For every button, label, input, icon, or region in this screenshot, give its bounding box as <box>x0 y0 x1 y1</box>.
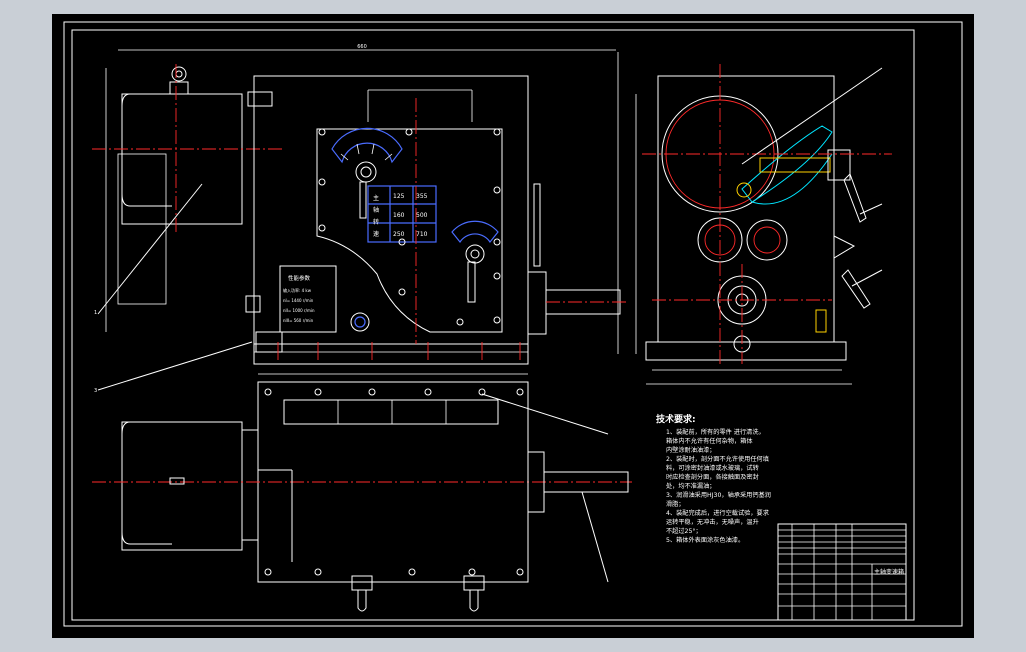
shift-dial-lower <box>451 220 499 244</box>
side-view <box>635 64 892 385</box>
sheet-outer-border <box>63 21 963 627</box>
speed-cell-1: 125 <box>393 193 405 200</box>
tech-req-line-10: 4、装配完成后，进行空载试验，要求 <box>666 509 769 517</box>
tech-req-line-6: 时应检查剖分面，各接触面及密封 <box>666 473 759 481</box>
svg-text:3: 3 <box>94 388 97 394</box>
svg-text:1: 1 <box>94 310 97 316</box>
speed-cell-6: 710 <box>416 231 428 238</box>
gearbox-assembly-drawing: 660 125 355 160 500 250 710 主 轴 转 速 性能参数… <box>63 21 963 627</box>
top-motor <box>121 421 243 551</box>
panel-char-4: 速 <box>373 231 379 238</box>
lifting-eye <box>171 66 187 82</box>
technical-requirements: 技术要求: 1、装配前，所有的零件 进行清洗， 箱体内不允许有任何杂物，箱体 内… <box>656 413 771 544</box>
shift-lever <box>759 157 831 173</box>
nameplate-title: 性能参数 <box>288 274 311 282</box>
tech-req-line-4: 2、装配时，剖分面不允许使用任何填 <box>666 455 769 463</box>
gear-circle-2 <box>746 219 788 261</box>
top-dimension-band <box>283 399 499 425</box>
speed-cell-3: 160 <box>393 212 405 219</box>
cad-drawing-area: 660 125 355 160 500 250 710 主 轴 转 速 性能参数… <box>52 14 974 638</box>
top-view <box>92 373 632 612</box>
nameplate-line-4: nIII= 560 r/min <box>283 318 314 323</box>
front-view: 660 125 355 160 500 250 710 主 轴 转 速 性能参数… <box>92 44 626 394</box>
tech-req-line-11: 运转平稳，无冲击，无噪声，温升 <box>666 518 759 526</box>
nameplate-line-3: nII= 1000 r/min <box>283 308 315 313</box>
speed-cell-4: 500 <box>416 212 428 219</box>
lever-pivot <box>736 182 752 198</box>
tech-req-title: 技术要求: <box>656 413 696 425</box>
oil-sight-gauge <box>350 312 370 332</box>
handle-1 <box>843 173 867 223</box>
tech-req-line-13: 5、箱体外表面涂灰色油漆。 <box>666 536 744 544</box>
tech-req-line-8: 3、润滑油采用HJ30，轴承采用钙基润 <box>666 491 771 499</box>
handle-2 <box>841 269 871 309</box>
motor-outline <box>121 93 243 225</box>
nameplate-line-1: 输入功率: 4 kw <box>283 287 312 293</box>
shift-knob-upper <box>355 161 377 183</box>
side-housing <box>657 75 835 343</box>
panel-char-2: 轴 <box>373 206 379 214</box>
tech-req-line-12: 不超过25°； <box>666 527 702 535</box>
panel-char-1: 主 <box>373 194 379 202</box>
svg-text:660: 660 <box>357 44 367 50</box>
bottom-handle-2 <box>469 590 479 612</box>
tech-req-line-1: 1、装配前，所有的零件 进行清洗， <box>666 428 765 436</box>
tech-req-line-3: 内壁涂耐油油漆； <box>666 446 716 454</box>
output-shaft-flange <box>527 271 547 335</box>
shift-fork-highlight <box>741 125 833 203</box>
speed-cell-5: 250 <box>393 231 405 238</box>
tech-req-line-5: 料，可涂密封油漆或水玻璃，试转 <box>666 464 759 472</box>
panel-char-3: 转 <box>373 218 379 226</box>
shift-knob-lower <box>465 244 485 264</box>
sheet-inner-border <box>71 29 915 621</box>
title-block: 主轴变速箱 <box>777 523 907 621</box>
title-block-name: 主轴变速箱 <box>874 568 904 576</box>
nameplate-line-2: nI= 1440 r/min <box>283 298 314 303</box>
speed-cell-2: 355 <box>416 193 428 200</box>
bottom-handle-1 <box>357 590 367 612</box>
tech-req-line-7: 处，均不准漏油； <box>666 482 716 490</box>
tech-req-line-2: 箱体内不允许有任何杂物，箱体 <box>666 437 753 445</box>
tech-req-line-9: 滑脂； <box>666 500 685 508</box>
shift-dial-upper <box>331 127 403 164</box>
